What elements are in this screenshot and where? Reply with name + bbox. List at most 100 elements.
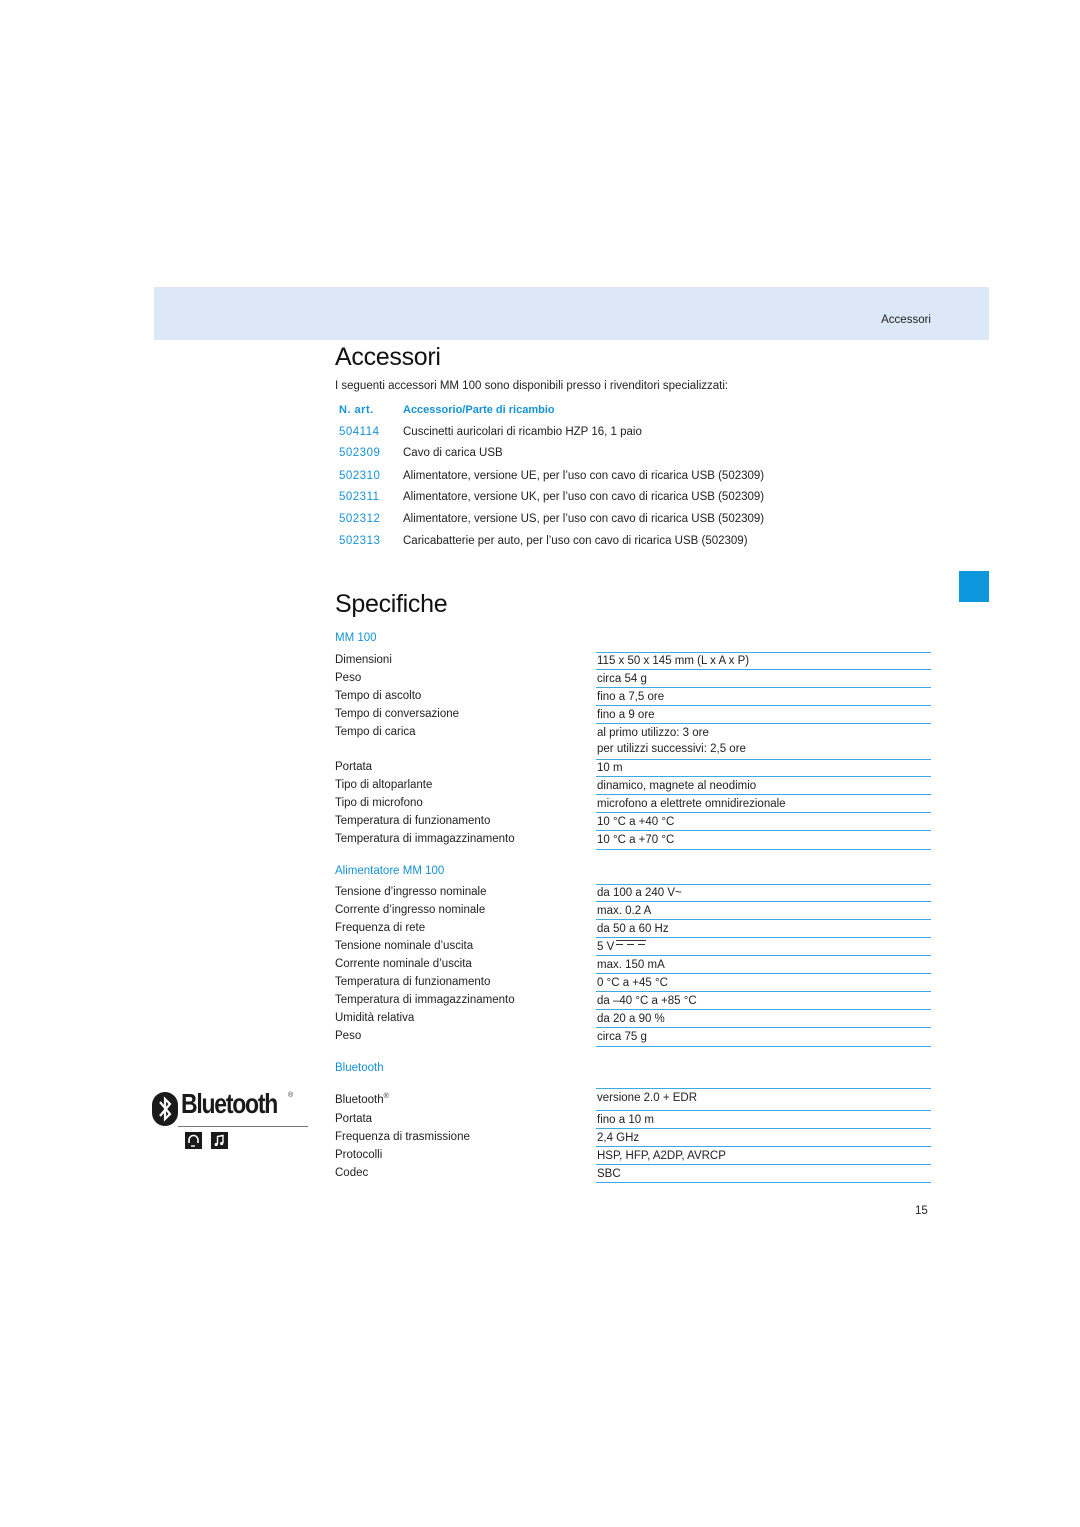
row-divider	[596, 812, 931, 813]
spec-value-text: 5 V	[597, 941, 615, 953]
spec-value: HSP, HFP, A2DP, AVRCP	[597, 1150, 726, 1162]
spec-value: 0 °C a +45 °C	[597, 977, 668, 989]
row-divider	[596, 1009, 931, 1010]
row-divider	[596, 955, 931, 956]
row-divider	[596, 973, 931, 974]
spec-label: Peso	[335, 1030, 362, 1042]
row-divider	[596, 830, 931, 831]
chapter-side-tab	[959, 571, 989, 602]
spec-value: da –40 °C a +85 °C	[597, 995, 697, 1007]
row-divider	[596, 849, 931, 850]
article-number: 502311	[339, 491, 380, 503]
spec-label: Tensione nominale d’uscita	[335, 940, 474, 952]
spec-label: Portata	[335, 1113, 373, 1125]
article-description: Alimentatore, versione US, per l’uso con…	[403, 513, 765, 525]
spec-value: 10 m	[597, 762, 623, 774]
spec-value: fino a 7,5 ore	[597, 691, 665, 703]
accessories-intro: I seguenti accessori MM 100 sono disponi…	[335, 380, 729, 392]
music-profile-icon	[211, 1132, 228, 1149]
spec-label: Temperatura di funzionamento	[335, 815, 491, 827]
article-number: 504114	[339, 426, 380, 438]
bluetooth-logo: Bluetooth ®	[152, 1088, 308, 1152]
spec-value: circa 75 g	[597, 1031, 647, 1043]
article-description: Alimentatore, versione UK, per l’uso con…	[403, 491, 765, 503]
spec-value: al primo utilizzo: 3 ore	[597, 727, 709, 739]
article-description: Alimentatore, versione UE, per l’uso con…	[403, 470, 765, 482]
spec-value: circa 54 g	[597, 673, 647, 685]
spec-value: da 50 a 60 Hz	[597, 923, 669, 935]
row-divider	[596, 1088, 931, 1089]
section-header-band: Accessori	[154, 287, 989, 340]
bluetooth-rune-icon	[152, 1092, 178, 1126]
spec-value: da 100 a 240 V~	[597, 887, 682, 899]
article-description: Cavo di carica USB	[403, 447, 503, 459]
running-header-label: Accessori	[881, 314, 931, 326]
article-description: Caricabatterie per auto, per l’uso con c…	[403, 535, 748, 547]
logo-underline	[178, 1126, 308, 1127]
section-heading-mm100: MM 100	[335, 632, 377, 644]
row-divider	[596, 794, 931, 795]
spec-label: Peso	[335, 672, 362, 684]
spec-label: Tempo di ascolto	[335, 690, 422, 702]
spec-label: Portata	[335, 761, 373, 773]
row-divider	[596, 1110, 931, 1111]
spec-label: Tempo di carica	[335, 726, 416, 738]
spec-label: Corrente d’ingresso nominale	[335, 904, 486, 916]
spec-label: Temperatura di immagazzinamento	[335, 994, 515, 1006]
row-divider	[596, 1128, 931, 1129]
column-header-description: Accessorio/Parte di ricambio	[403, 404, 555, 416]
spec-value: max. 0.2 A	[597, 905, 652, 917]
spec-label: Dimensioni	[335, 654, 392, 666]
spec-value: 5 V	[597, 939, 647, 955]
spec-label: Tipo di altoparlante	[335, 779, 433, 791]
spec-label: Corrente nominale d’uscita	[335, 958, 472, 970]
section-heading-bluetooth: Bluetooth	[335, 1062, 384, 1074]
row-divider	[596, 687, 931, 688]
spec-label: Temperatura di immagazzinamento	[335, 833, 515, 845]
article-number: 502313	[339, 535, 381, 547]
spec-value: versione 2.0 + EDR	[597, 1092, 698, 1104]
spec-label: Tempo di conversazione	[335, 708, 460, 720]
headset-profile-icon	[185, 1132, 202, 1149]
row-divider	[596, 919, 931, 920]
article-number: 502312	[339, 513, 381, 525]
row-divider	[596, 723, 931, 724]
bluetooth-wordmark: Bluetooth	[181, 1088, 278, 1119]
spec-label: Frequenza di rete	[335, 922, 426, 934]
row-divider	[596, 1046, 931, 1047]
spec-value: 2,4 GHz	[597, 1132, 640, 1144]
spec-value: dinamico, magnete al neodimio	[597, 780, 757, 792]
spec-value: SBC	[597, 1168, 621, 1180]
article-number: 502310	[339, 470, 381, 482]
spec-label: Bluetooth®	[335, 1093, 389, 1106]
row-divider	[596, 776, 931, 777]
row-divider	[596, 1146, 931, 1147]
article-description: Cuscinetti auricolari di ricambio HZP 16…	[403, 426, 642, 438]
row-divider	[596, 1164, 931, 1165]
dc-current-icon	[616, 939, 647, 948]
spec-value: fino a 9 ore	[597, 709, 655, 721]
spec-value-line2: per utilizzi successivi: 2,5 ore	[597, 743, 746, 755]
row-divider	[596, 991, 931, 992]
spec-label: Tipo di microfono	[335, 797, 423, 809]
spec-value: 115 x 50 x 145 mm (L x A x P)	[597, 655, 750, 667]
registered-mark: ®	[383, 1093, 389, 1100]
row-divider	[596, 901, 931, 902]
spec-label: Temperatura di funzionamento	[335, 976, 491, 988]
row-divider	[596, 1027, 931, 1028]
registered-mark: ®	[288, 1092, 294, 1099]
accessories-title: Accessori	[335, 343, 441, 371]
column-header-number: N. art.	[339, 404, 374, 416]
row-divider	[596, 705, 931, 706]
spec-label: Codec	[335, 1167, 369, 1179]
spec-label: Umidità relativa	[335, 1012, 415, 1024]
spec-value: 10 °C a +70 °C	[597, 834, 675, 846]
spec-value: microfono a elettrete omnidirezionale	[597, 798, 786, 810]
spec-label: Protocolli	[335, 1149, 383, 1161]
spec-value: 10 °C a +40 °C	[597, 816, 675, 828]
article-number: 502309	[339, 447, 381, 459]
spec-value: fino a 10 m	[597, 1114, 654, 1126]
row-divider	[596, 1182, 931, 1183]
spec-label: Frequenza di trasmissione	[335, 1131, 470, 1143]
row-divider	[596, 669, 931, 670]
